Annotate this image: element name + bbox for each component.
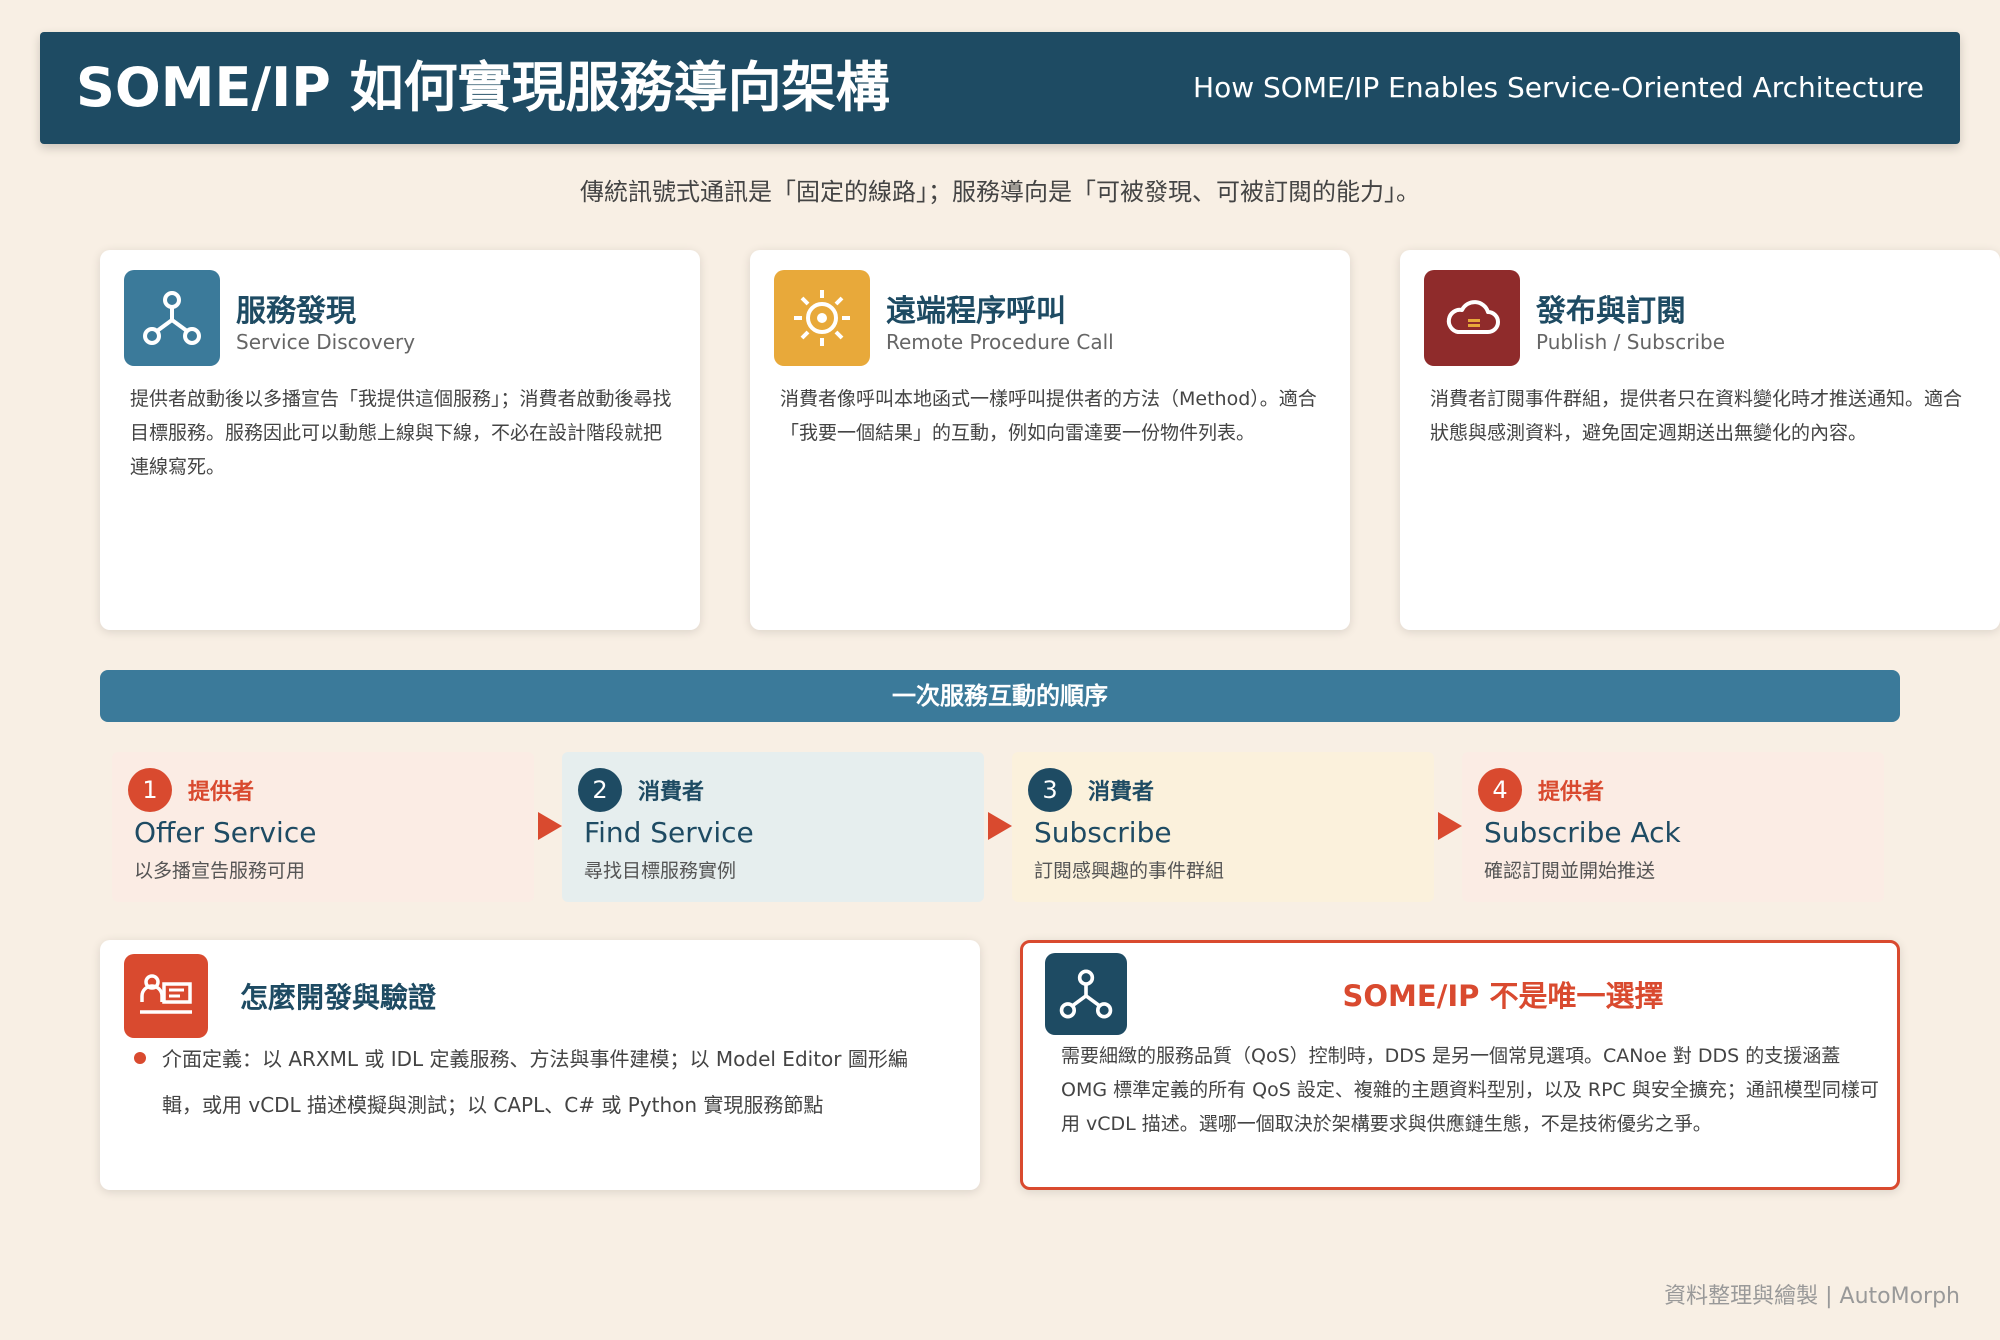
card-pubsub: 發布與訂閱 Publish / Subscribe 消費者訂閱事件群組，提供者只…	[1400, 250, 2000, 630]
step-name: Find Service	[584, 816, 754, 849]
step-number: 3	[1028, 768, 1072, 812]
step-number: 2	[578, 768, 622, 812]
network-nodes-icon	[124, 270, 220, 366]
step-name: Subscribe Ack	[1484, 816, 1681, 849]
arrow-right-icon	[988, 812, 1012, 840]
step-role: 消費者	[638, 780, 705, 805]
cloud-icon	[1424, 270, 1520, 366]
step-subscribe: 3 消費者 Subscribe 訂閱感興趣的事件群組	[1012, 752, 1434, 902]
card-body: 消費者訂閱事件群組，提供者只在資料變化時才推送通知。適合狀態與感測資料，避免固定…	[1430, 388, 1963, 444]
arrow-right-icon	[1438, 812, 1462, 840]
step-role: 提供者	[1538, 780, 1605, 805]
gear-sun-icon	[774, 270, 870, 366]
step-name: Offer Service	[134, 816, 317, 849]
card-title: 發布與訂閱	[1536, 294, 1686, 329]
arrow-right-icon	[538, 812, 562, 840]
card-subtitle: Publish / Subscribe	[1536, 330, 1726, 354]
step-role: 消費者	[1088, 780, 1155, 805]
card-title: 遠端程序呼叫	[886, 294, 1066, 329]
page-subtitle: How SOME/IP Enables Service-Oriented Arc…	[1193, 71, 1924, 104]
alt-body: 需要細緻的服務品質（QoS）控制時，DDS 是另一個常見選項。CANoe 對 D…	[1061, 1045, 1879, 1135]
card-subtitle: Service Discovery	[236, 330, 416, 354]
page-title: SOME/IP 如何實現服務導向架構	[76, 56, 890, 119]
card-rpc: 遠端程序呼叫 Remote Procedure Call 消費者像呼叫本地函式一…	[750, 250, 1350, 630]
step-offer-service: 1 提供者 Offer Service 以多播宣告服務可用	[112, 752, 534, 902]
card-body: 消費者像呼叫本地函式一樣呼叫提供者的方法（Method）。適合「我要一個結果」的…	[780, 388, 1317, 444]
step-find-service: 2 消費者 Find Service 尋找目標服務實例	[562, 752, 984, 902]
sequence-title: 一次服務互動的順序	[100, 670, 1900, 722]
step-number: 4	[1478, 768, 1522, 812]
bullet-icon	[134, 1052, 146, 1064]
card-subtitle: Remote Procedure Call	[886, 330, 1114, 354]
developer-screen-icon	[124, 954, 208, 1038]
network-nodes-icon	[1045, 953, 1127, 1035]
dev-card: 怎麼開發與驗證 介面定義：以 ARXML 或 IDL 定義服務、方法與事件建模；…	[100, 940, 980, 1190]
card-title: 服務發現	[236, 294, 356, 329]
dev-title: 怎麼開發與驗證	[240, 981, 437, 1014]
step-name: Subscribe	[1034, 816, 1172, 849]
step-description: 尋找目標服務實例	[584, 860, 737, 882]
dev-body: 介面定義：以 ARXML 或 IDL 定義服務、方法與事件建模；以 Model …	[162, 1047, 908, 1117]
step-number: 1	[128, 768, 172, 812]
alt-card: SOME/IP 不是唯一選擇 需要細緻的服務品質（QoS）控制時，DDS 是另一…	[1020, 940, 1900, 1190]
step-subscribe-ack: 4 提供者 Subscribe Ack 確認訂閱並開始推送	[1462, 752, 1884, 902]
alt-title: SOME/IP 不是唯一選擇	[1342, 979, 1664, 1013]
step-role: 提供者	[188, 780, 255, 805]
header-banner: SOME/IP 如何實現服務導向架構 How SOME/IP Enables S…	[40, 32, 1960, 144]
tagline: 傳統訊號式通訊是「固定的線路」；服務導向是「可被發現、可被訂閱的能力」。	[580, 178, 1420, 206]
card-service-discovery: 服務發現 Service Discovery 提供者啟動後以多播宣告「我提供這個…	[100, 250, 700, 630]
step-description: 訂閱感興趣的事件群組	[1034, 860, 1225, 882]
step-description: 以多播宣告服務可用	[134, 860, 306, 882]
card-body: 提供者啟動後以多播宣告「我提供這個服務」；消費者啟動後尋找目標服務。服務因此可以…	[130, 388, 672, 478]
footer-credit: 資料整理與繪製 | AutoMorph	[1664, 1284, 1960, 1309]
step-description: 確認訂閱並開始推送	[1484, 860, 1656, 882]
